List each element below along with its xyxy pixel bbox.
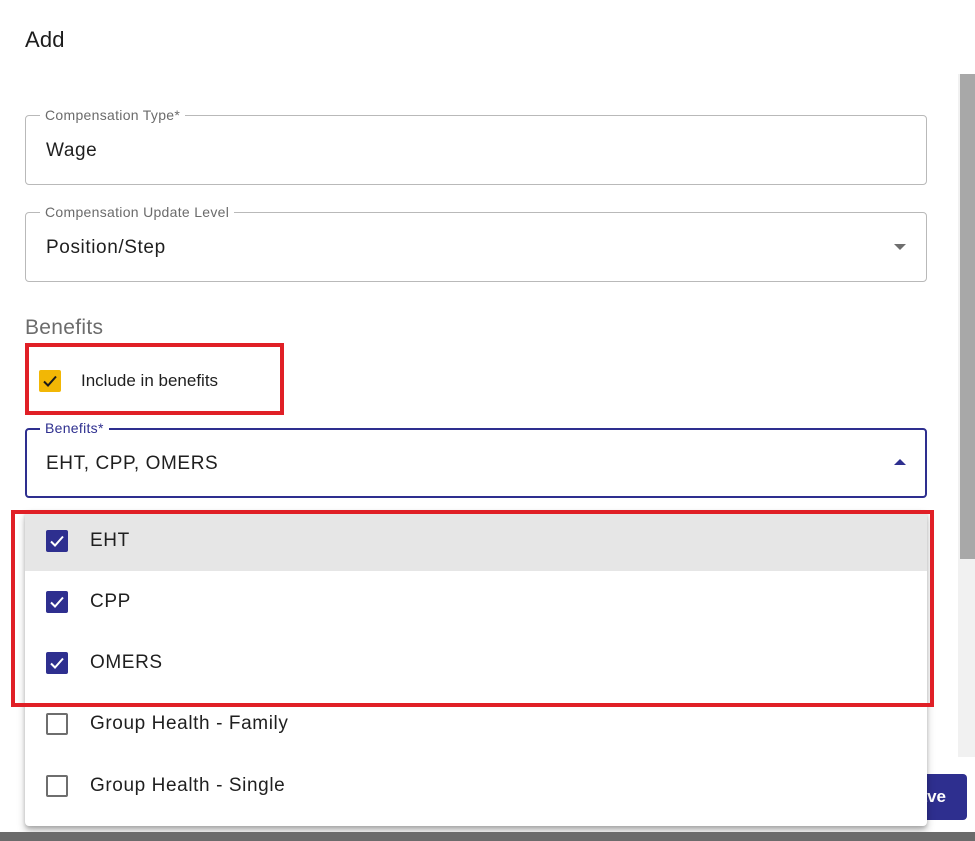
menu-item-group-health-single[interactable]: Group Health - Single	[25, 755, 927, 816]
chevron-down-icon[interactable]	[894, 244, 906, 250]
benefits-select-value[interactable]: EHT, CPP, OMERS	[46, 453, 218, 475]
checkbox-unchecked-icon[interactable]	[46, 774, 68, 797]
benefits-select[interactable]: Benefits* EHT, CPP, OMERS	[25, 420, 927, 498]
benefits-select-label: Benefits*	[40, 420, 109, 436]
compensation-type-value[interactable]: Wage	[46, 140, 97, 162]
scrollbar-thumb[interactable]	[960, 74, 975, 559]
bottom-bar	[0, 832, 975, 841]
annotation-highlight-include	[25, 343, 284, 415]
compensation-update-level-select[interactable]: Compensation Update Level Position/Step	[25, 204, 927, 282]
menu-item-label: Group Health - Single	[90, 774, 286, 796]
dialog-title: Add	[25, 27, 65, 52]
update-level-label: Compensation Update Level	[40, 204, 235, 220]
compensation-type-field[interactable]: Compensation Type* Wage	[25, 107, 927, 185]
annotation-highlight-menu	[11, 510, 934, 707]
menu-item-label: Group Health - Family	[90, 712, 289, 734]
checkbox-unchecked-icon[interactable]	[46, 712, 68, 735]
benefits-section-heading: Benefits	[25, 316, 104, 339]
compensation-type-label: Compensation Type*	[40, 107, 186, 123]
update-level-value[interactable]: Position/Step	[46, 237, 166, 259]
chevron-up-icon[interactable]	[894, 459, 906, 465]
